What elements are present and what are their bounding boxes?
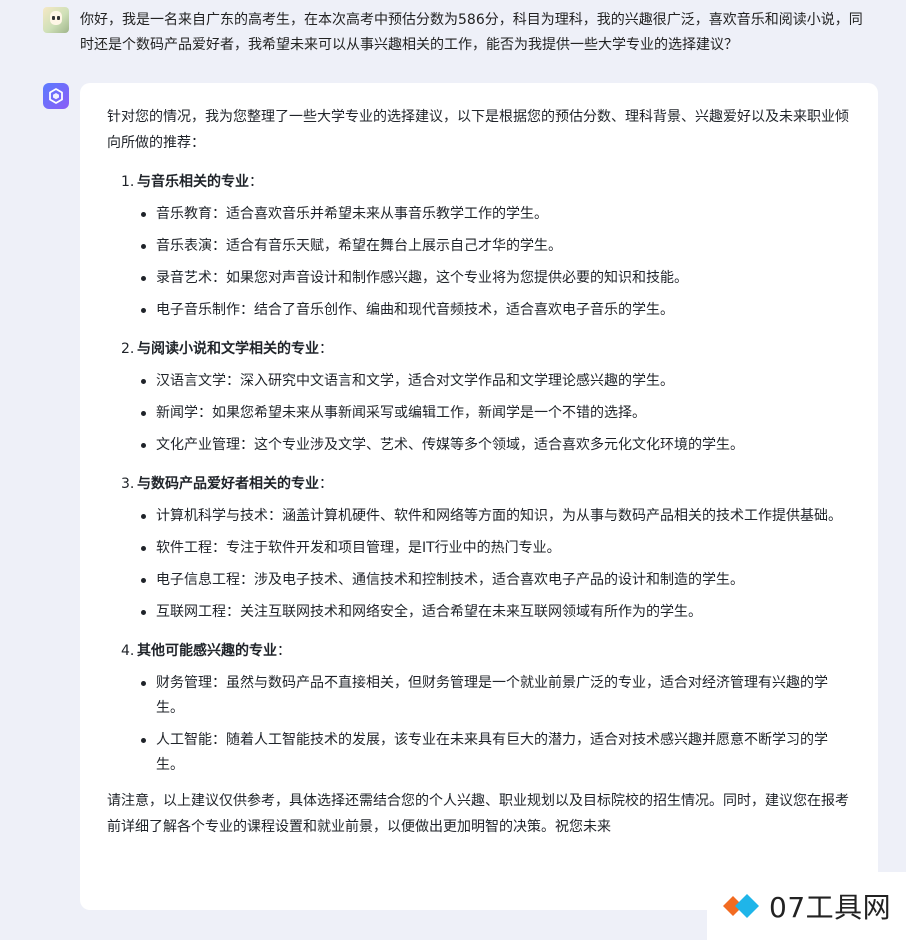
section-title: 与音乐相关的专业 [137,174,249,190]
section-number: 1. [121,174,135,190]
list-item: 人工智能：随着人工智能技术的发展，该专业在未来具有巨大的潜力，适合对技术感兴趣并… [139,728,852,778]
section-colon: ： [319,476,333,492]
list-item: 文化产业管理：这个专业涉及文学、艺术、传媒等多个领域，适合喜欢多元化文化环境的学… [139,433,852,458]
watermark-logo-icon [723,894,759,918]
list-item: 计算机科学与技术：涵盖计算机硬件、软件和网络等方面的知识，为从事与数码产品相关的… [139,504,852,529]
section-number: 3. [121,476,135,492]
user-avatar-icon [43,7,69,33]
section-colon: ： [319,341,333,357]
user-message-row: 你好，我是一名来自广东的高考生，在本次高考中预估分数为586分，科目为理科，我的… [0,0,906,80]
assistant-closing: 请注意，以上建议仅供参考，具体选择还需结合您的个人兴趣、职业规划以及目标院校的招… [107,793,849,835]
section-list: 计算机科学与技术：涵盖计算机硬件、软件和网络等方面的知识，为从事与数码产品相关的… [139,504,852,625]
section-heading: 4. 其他可能感兴趣的专业： [121,639,852,663]
section-title: 与阅读小说和文学相关的专业 [137,341,319,357]
section-heading: 1. 与音乐相关的专业： [121,170,852,194]
assistant-message-content: 针对您的情况，我为您整理了一些大学专业的选择建议，以下是根据您的预估分数、理科背… [107,104,852,840]
list-item: 汉语言文学：深入研究中文语言和文学，适合对文学作品和文学理论感兴趣的学生。 [139,369,852,394]
assistant-logo-icon [43,83,69,109]
list-item: 音乐表演：适合有音乐天赋，希望在舞台上展示自己才华的学生。 [139,234,852,259]
watermark-text: 07工具网 [769,891,892,924]
assistant-message-card: 针对您的情况，我为您整理了一些大学专业的选择建议，以下是根据您的预估分数、理科背… [80,83,878,910]
watermark: 07工具网 [707,872,906,940]
section-title: 与数码产品爱好者相关的专业 [137,476,319,492]
section-title: 其他可能感兴趣的专业 [137,643,277,659]
list-item: 新闻学：如果您希望未来从事新闻采写或编辑工作，新闻学是一个不错的选择。 [139,401,852,426]
user-message-text: 你好，我是一名来自广东的高考生，在本次高考中预估分数为586分，科目为理科，我的… [80,12,863,53]
section-list: 财务管理：虽然与数码产品不直接相关，但财务管理是一个就业前景广泛的专业，适合对经… [139,671,852,778]
section-list: 音乐教育：适合喜欢音乐并希望未来从事音乐教学工作的学生。 音乐表演：适合有音乐天赋… [139,202,852,323]
section-heading: 3. 与数码产品爱好者相关的专业： [121,472,852,496]
list-item: 录音艺术：如果您对声音设计和制作感兴趣，这个专业将为您提供必要的知识和技能。 [139,266,852,291]
list-item: 财务管理：虽然与数码产品不直接相关，但财务管理是一个就业前景广泛的专业，适合对经… [139,671,852,721]
list-item: 互联网工程：关注互联网技术和网络安全，适合希望在未来互联网领域有所作为的学生。 [139,600,852,625]
list-item: 电子信息工程：涉及电子技术、通信技术和控制技术，适合喜欢电子产品的设计和制造的学… [139,568,852,593]
assistant-intro: 针对您的情况，我为您整理了一些大学专业的选择建议，以下是根据您的预估分数、理科背… [107,109,849,151]
section-heading: 2. 与阅读小说和文学相关的专业： [121,337,852,361]
section-list: 汉语言文学：深入研究中文语言和文学，适合对文学作品和文学理论感兴趣的学生。 新闻学… [139,369,852,458]
list-item: 电子音乐制作：结合了音乐创作、编曲和现代音频技术，适合喜欢电子音乐的学生。 [139,298,852,323]
section-colon: ： [249,174,263,190]
list-item: 音乐教育：适合喜欢音乐并希望未来从事音乐教学工作的学生。 [139,202,852,227]
section-colon: ： [277,643,291,659]
list-item: 软件工程：专注于软件开发和项目管理，是IT行业中的热门专业。 [139,536,852,561]
section-number: 4. [121,643,135,659]
section-number: 2. [121,341,135,357]
